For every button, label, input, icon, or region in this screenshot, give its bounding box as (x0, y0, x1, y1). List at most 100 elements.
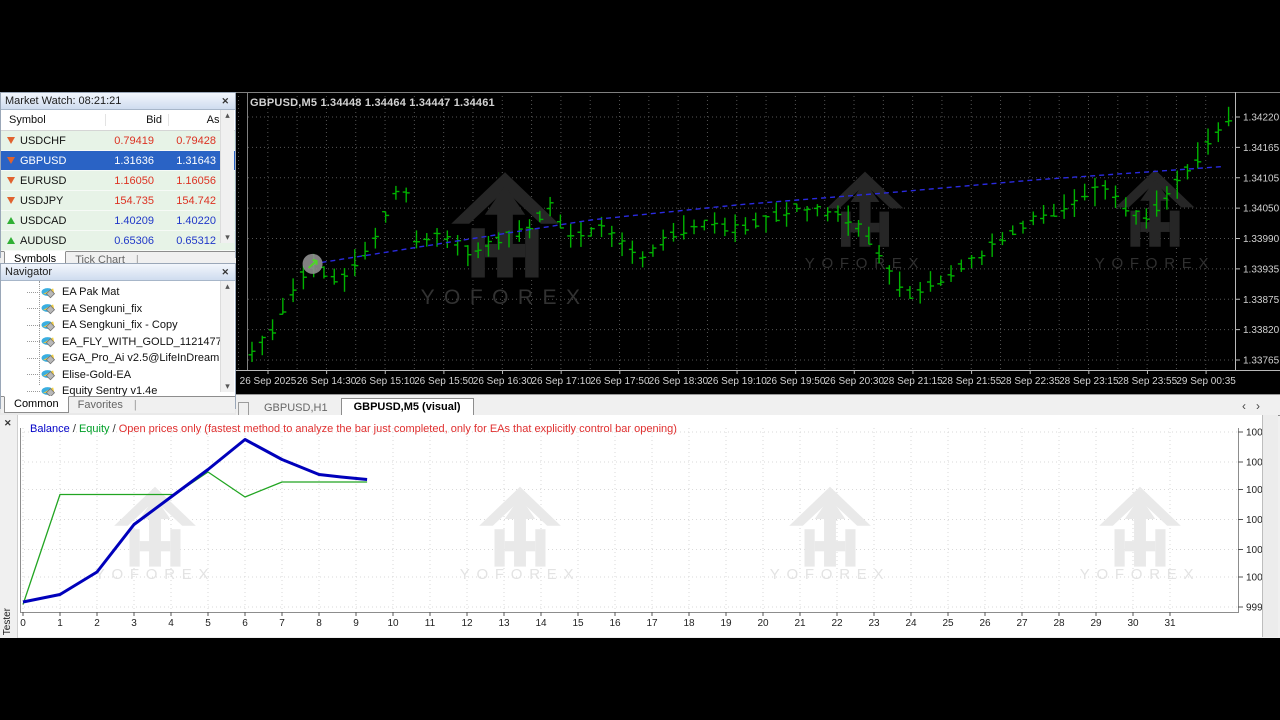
bid-cell: 0.79419 (98, 135, 160, 147)
market-watch-scrollbar[interactable]: ▴ ▾ (220, 110, 234, 243)
ask-cell: 1.16056 (160, 175, 222, 187)
balance-equity-chart[interactable]: YOFOREXYOFOREXYOFOREXYOFOREX012345678910… (18, 415, 1262, 637)
svg-text:10032: 10032 (1246, 515, 1262, 526)
svg-text:26 Sep 19:10: 26 Sep 19:10 (707, 376, 767, 387)
chart-tabs-scroll-arrows[interactable]: ‹› (1242, 399, 1280, 413)
bid-cell: 154.735 (98, 195, 160, 207)
tester-tab-label[interactable]: Tester (2, 608, 13, 635)
tester-legend: Balance / Equity / Open prices only (fas… (30, 423, 677, 435)
market-watch-row[interactable]: USDJPY154.735154.742 (1, 191, 235, 211)
market-watch-row[interactable]: USDCHF0.794190.79428 (1, 131, 235, 151)
ask-cell: 1.31643 (160, 155, 222, 167)
scroll-right-icon[interactable]: › (1256, 399, 1270, 413)
svg-text:7: 7 (279, 618, 285, 629)
expert-advisor-icon (41, 368, 58, 381)
expert-advisor-icon (41, 286, 58, 299)
navigator-item[interactable]: EA Sengkuni_fix (1, 301, 235, 318)
scroll-down-icon[interactable]: ▾ (225, 381, 230, 392)
svg-text:10009: 10009 (1246, 573, 1262, 584)
svg-text:22: 22 (831, 618, 843, 629)
svg-text:26 Sep 17:10: 26 Sep 17:10 (531, 376, 591, 387)
svg-text:YOFOREX: YOFOREX (460, 566, 581, 583)
svg-text:9997: 9997 (1246, 603, 1262, 614)
tester-chart-area[interactable]: Balance / Equity / Open prices only (fas… (18, 415, 1262, 637)
svg-text:26 Sep 19:50: 26 Sep 19:50 (766, 376, 826, 387)
candlestick-chart[interactable]: YOFOREXYOFOREXYOFOREX1.342201.341651.341… (236, 92, 1280, 394)
close-icon[interactable]: ✕ (4, 418, 12, 429)
expert-advisor-icon (41, 335, 58, 348)
up-arrow-icon (7, 237, 15, 244)
scroll-down-icon[interactable]: ▾ (225, 232, 230, 243)
market-watch-titlebar[interactable]: Market Watch: 08:21:21 ✕ (1, 93, 235, 110)
market-watch-row[interactable]: AUDUSD0.653060.65312 (1, 231, 235, 251)
svg-text:4: 4 (168, 618, 174, 629)
svg-text:26 Sep 18:30: 26 Sep 18:30 (649, 376, 709, 387)
tab-favorites[interactable]: Favorites (69, 398, 132, 412)
svg-text:18: 18 (683, 618, 695, 629)
expert-advisor-icon (41, 302, 58, 315)
bid-cell: 1.40209 (98, 215, 160, 227)
tab-common[interactable]: Common (4, 396, 69, 413)
column-header-bid[interactable]: Bid (106, 114, 169, 126)
svg-text:25: 25 (942, 618, 954, 629)
chart-tab-gbpusd-m5-visual[interactable]: GBPUSD,M5 (visual) (341, 398, 474, 416)
svg-text:10067: 10067 (1246, 428, 1262, 439)
svg-text:3: 3 (131, 618, 137, 629)
navigator-scrollbar[interactable]: ▴ ▾ (220, 281, 234, 392)
market-watch-row[interactable]: EURUSD1.160501.16056 (1, 171, 235, 191)
close-icon[interactable]: ✕ (219, 96, 231, 107)
svg-text:28 Sep 23:15: 28 Sep 23:15 (1059, 376, 1119, 387)
tester-scrollbar[interactable] (1262, 415, 1278, 637)
navigator-titlebar[interactable]: Navigator ✕ (1, 264, 235, 281)
svg-text:10: 10 (387, 618, 399, 629)
svg-text:11: 11 (425, 618, 436, 629)
svg-text:26 Sep 16:30: 26 Sep 16:30 (473, 376, 533, 387)
svg-text:1.33935: 1.33935 (1243, 264, 1280, 275)
scroll-up-icon[interactable]: ▴ (225, 110, 230, 121)
svg-text:28 Sep 23:55: 28 Sep 23:55 (1118, 376, 1178, 387)
navigator-item[interactable]: EA_FLY_WITH_GOLD_1121477 (1, 334, 235, 351)
expert-advisor-icon (41, 385, 58, 396)
chart-tabs-row: GBPUSD,H1 GBPUSD,M5 (visual) ‹› (236, 394, 1280, 416)
navigator-item[interactable]: EGA_Pro_Ai v2.5@LifeInDream (1, 350, 235, 367)
svg-text:28: 28 (1053, 618, 1065, 629)
svg-text:1.33820: 1.33820 (1243, 325, 1280, 336)
svg-text:26 Sep 15:10: 26 Sep 15:10 (356, 376, 416, 387)
market-watch-row[interactable]: USDCAD1.402091.40220 (1, 211, 235, 231)
svg-text:YOFOREX: YOFOREX (805, 255, 926, 272)
svg-text:YOFOREX: YOFOREX (1080, 566, 1201, 583)
navigator-item[interactable]: Elise-Gold-EA (1, 367, 235, 384)
chart-window[interactable]: YOFOREXYOFOREXYOFOREX1.342201.341651.341… (236, 92, 1280, 394)
symbol-cell: USDJPY (20, 195, 98, 207)
ask-cell: 1.40220 (160, 215, 222, 227)
svg-text:13: 13 (498, 618, 510, 629)
svg-text:26 Sep 2025: 26 Sep 2025 (240, 376, 297, 387)
navigator-item[interactable]: EA Sengkuni_fix - Copy (1, 317, 235, 334)
svg-text:29: 29 (1090, 618, 1102, 629)
svg-text:21: 21 (794, 618, 806, 629)
svg-text:27: 27 (1016, 618, 1028, 629)
svg-text:10055: 10055 (1246, 458, 1262, 469)
svg-text:6: 6 (242, 618, 248, 629)
navigator-item[interactable]: Equity Sentry v1.4e (1, 383, 235, 396)
scroll-up-icon[interactable]: ▴ (225, 281, 230, 292)
scroll-left-icon[interactable]: ‹ (1242, 399, 1256, 413)
chart-tabs-stub (238, 402, 249, 416)
symbol-cell: USDCAD (20, 215, 98, 227)
market-watch-row[interactable]: GBPUSD1.316361.31643 (1, 151, 235, 171)
tester-side-strip: ✕ Tester (0, 415, 18, 638)
trade-marker[interactable] (303, 254, 323, 274)
svg-text:26: 26 (979, 618, 991, 629)
expert-advisor-icon (41, 319, 58, 332)
column-header-symbol[interactable]: Symbol (1, 114, 106, 126)
navigator-item-label: EA_FLY_WITH_GOLD_1121477 (62, 336, 222, 348)
down-arrow-icon (7, 137, 15, 144)
navigator-item-label: EA Sengkuni_fix - Copy (62, 319, 178, 331)
chart-tab-gbpusd-h1[interactable]: GBPUSD,H1 (252, 400, 340, 416)
close-icon[interactable]: ✕ (219, 267, 231, 278)
bid-cell: 1.31636 (98, 155, 160, 167)
svg-text:26 Sep 20:30: 26 Sep 20:30 (825, 376, 885, 387)
expert-advisor-icon (41, 352, 58, 365)
navigator-item[interactable]: EA Pak Mat (1, 284, 235, 301)
bid-cell: 0.65306 (98, 235, 160, 247)
